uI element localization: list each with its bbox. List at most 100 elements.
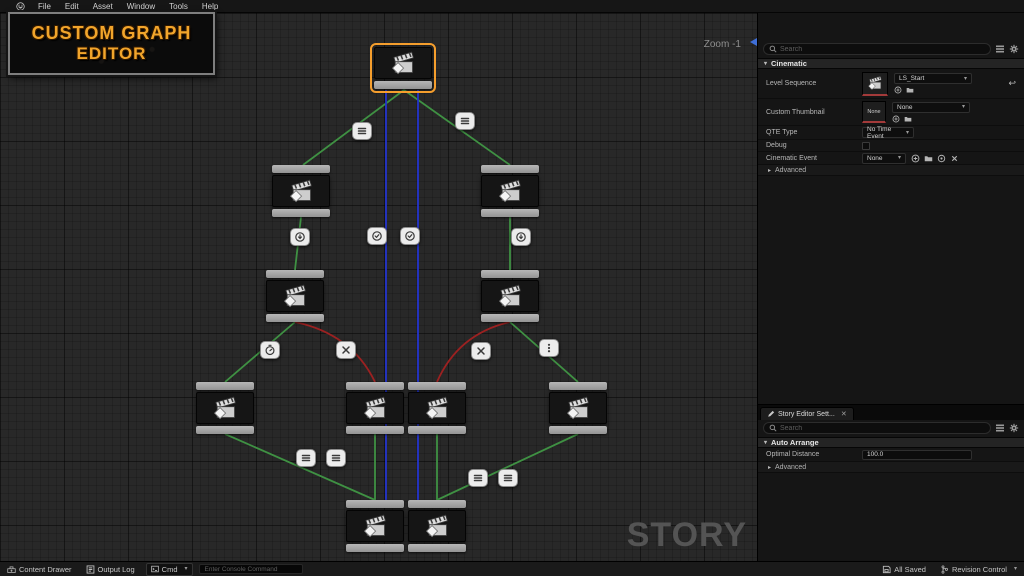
settings-view-options-icon[interactable] — [995, 423, 1005, 433]
graph-canvas[interactable]: Zoom -1 STORY — [0, 13, 757, 561]
graph-node-branch-far-right[interactable] — [549, 382, 607, 434]
graph-node-branch-center-left[interactable] — [346, 382, 404, 434]
graph-node-branch-far-left[interactable] — [196, 382, 254, 434]
node-output-bar[interactable] — [346, 544, 404, 552]
debug-checkbox[interactable] — [862, 142, 870, 150]
menu-item-tools[interactable]: Tools — [162, 0, 195, 13]
cross-icon[interactable] — [336, 341, 356, 359]
settings-gear-icon[interactable] — [1009, 423, 1019, 433]
dialogue-list-icon[interactable] — [326, 449, 346, 467]
timer-icon[interactable] — [260, 341, 280, 359]
browse-folder-icon[interactable] — [906, 86, 914, 94]
node-input-bar[interactable] — [549, 382, 607, 390]
node-output-bar[interactable] — [346, 426, 404, 434]
settings-advanced-row[interactable]: ▸ Advanced — [758, 462, 1024, 473]
chevron-down-icon: ▾ — [962, 104, 965, 110]
console-mode-dropdown[interactable]: Cmd ▾ — [146, 563, 193, 576]
menu-item-asset[interactable]: Asset — [86, 0, 120, 13]
section-auto-arrange[interactable]: ▾ Auto Arrange — [758, 437, 1024, 448]
qte-type-dropdown[interactable]: No Time Event ▾ — [862, 127, 914, 138]
all-saved-button[interactable]: All Saved — [875, 565, 933, 574]
settings-search-box[interactable] — [763, 422, 991, 434]
clear-icon[interactable] — [950, 154, 959, 163]
graph-edge-red[interactable] — [295, 322, 375, 382]
unreal-logo-icon[interactable] — [16, 2, 25, 11]
node-output-bar[interactable] — [272, 209, 330, 217]
graph-node-start[interactable] — [374, 47, 432, 89]
cinematic-event-dropdown[interactable]: None ▾ — [862, 153, 906, 164]
graph-edge-green[interactable] — [437, 434, 578, 500]
graph-node-mid-left[interactable] — [266, 270, 324, 322]
custom-thumbnail-preview[interactable]: None — [862, 101, 886, 123]
settings-search-input[interactable] — [780, 425, 985, 432]
graph-edge-green[interactable] — [225, 434, 375, 500]
optimal-distance-input[interactable] — [862, 450, 972, 460]
menu-item-edit[interactable]: Edit — [58, 0, 86, 13]
node-output-bar[interactable] — [196, 426, 254, 434]
details-advanced-row[interactable]: ▸ Advanced — [758, 165, 1024, 176]
use-selected-asset-icon[interactable] — [894, 86, 902, 94]
details-view-options-icon[interactable] — [995, 44, 1005, 54]
choice-icon[interactable] — [539, 339, 559, 357]
console-command-input[interactable] — [199, 564, 303, 574]
clapperboard-icon — [346, 392, 404, 424]
graph-node-act-right[interactable] — [481, 165, 539, 217]
target-picker-icon[interactable] — [937, 154, 946, 163]
node-input-bar[interactable] — [266, 270, 324, 278]
reset-to-default-icon[interactable]: ↩ — [1008, 79, 1016, 88]
node-input-bar[interactable] — [196, 382, 254, 390]
node-input-bar[interactable] — [272, 165, 330, 173]
details-search-input[interactable] — [780, 46, 985, 53]
check-circle-icon[interactable] — [400, 227, 420, 245]
enter-circle-icon[interactable] — [511, 228, 531, 246]
enter-circle-icon[interactable] — [290, 228, 310, 246]
node-input-bar[interactable] — [346, 500, 404, 508]
tab-close-icon[interactable]: ✕ — [841, 410, 847, 418]
node-input-bar[interactable] — [408, 500, 466, 508]
node-output-bar[interactable] — [408, 426, 466, 434]
dialogue-list-icon[interactable] — [498, 469, 518, 487]
node-output-bar[interactable] — [481, 314, 539, 322]
use-selected-asset-icon[interactable] — [892, 115, 900, 123]
check-circle-icon[interactable] — [367, 227, 387, 245]
cross-icon[interactable] — [471, 342, 491, 360]
settings-tab-strip: Story Editor Sett... ✕ — [758, 405, 1024, 420]
graph-node-end-right[interactable] — [408, 500, 466, 552]
node-output-bar[interactable] — [374, 81, 432, 89]
browse-folder-icon[interactable] — [904, 115, 912, 123]
node-output-bar[interactable] — [549, 426, 607, 434]
tab-story-editor-settings[interactable]: Story Editor Sett... ✕ — [760, 407, 854, 420]
graph-node-act-left[interactable] — [272, 165, 330, 217]
dialogue-list-icon[interactable] — [468, 469, 488, 487]
output-log-button[interactable]: Output Log — [79, 562, 142, 576]
clapperboard-icon — [408, 392, 466, 424]
node-input-bar[interactable] — [346, 382, 404, 390]
dialogue-list-icon[interactable] — [352, 122, 372, 140]
level-sequence-dropdown[interactable]: LS_Start ▾ — [894, 73, 972, 84]
browse-folder-icon[interactable] — [924, 154, 933, 163]
dialogue-list-icon[interactable] — [455, 112, 475, 130]
custom-thumbnail-dropdown[interactable]: None ▾ — [892, 102, 970, 113]
node-input-bar[interactable] — [481, 270, 539, 278]
node-output-bar[interactable] — [481, 209, 539, 217]
graph-node-end-left[interactable] — [346, 500, 404, 552]
node-input-bar[interactable] — [481, 165, 539, 173]
details-settings-gear-icon[interactable] — [1009, 44, 1019, 54]
dialogue-list-icon[interactable] — [296, 449, 316, 467]
level-sequence-thumbnail[interactable] — [862, 72, 888, 96]
menu-item-window[interactable]: Window — [120, 0, 162, 13]
qte-type-label: QTE Type — [766, 129, 862, 136]
node-output-bar[interactable] — [266, 314, 324, 322]
console-icon — [151, 565, 159, 573]
node-input-bar[interactable] — [408, 382, 466, 390]
revision-control-button[interactable]: Revision Control ▾ — [933, 565, 1024, 574]
section-cinematic[interactable]: ▾ Cinematic — [758, 58, 1024, 69]
details-search-box[interactable] — [763, 43, 991, 55]
menu-item-help[interactable]: Help — [195, 0, 225, 13]
node-output-bar[interactable] — [408, 544, 466, 552]
graph-node-branch-center-right[interactable] — [408, 382, 466, 434]
use-selected-icon[interactable] — [911, 154, 920, 163]
graph-node-mid-right[interactable] — [481, 270, 539, 322]
content-drawer-button[interactable]: Content Drawer — [0, 562, 79, 576]
menu-item-file[interactable]: File — [31, 0, 58, 13]
